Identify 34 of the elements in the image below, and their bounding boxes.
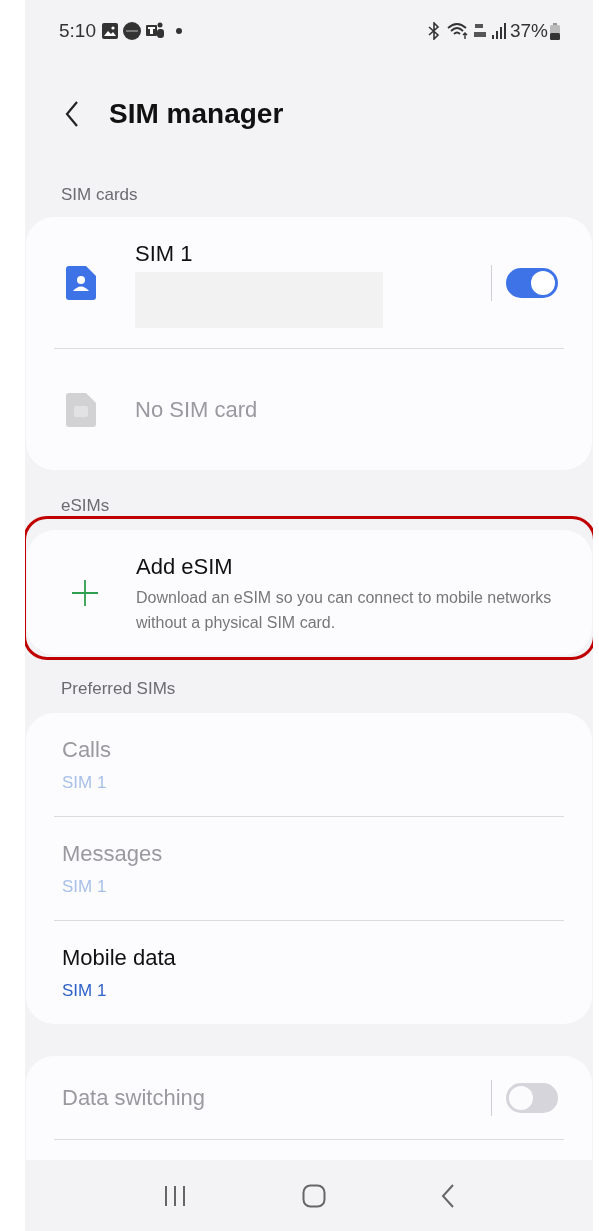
back-nav-icon[interactable] [441,1182,456,1209]
setting-value: SIM 1 [62,772,108,795]
recent-apps-icon[interactable] [162,1184,187,1207]
section-label: SIM cards [61,183,138,206]
battery-percent: 37% [509,18,548,43]
bluetooth-icon [426,22,441,40]
plus-icon [71,578,99,607]
home-icon[interactable] [302,1183,326,1208]
signal-icon [491,23,506,39]
setting-title: Mobile data [62,944,177,973]
setting-title: Calls [62,736,112,765]
notification-dot-icon [176,28,182,34]
status-time: 5:10 [59,18,96,43]
toggle-switch[interactable] [506,267,558,298]
sim-card-icon [66,265,96,300]
setting-value: SIM 1 [62,876,108,899]
item-title: Add eSIM [136,553,234,581]
back-icon [65,100,79,127]
sim-row[interactable]: SIM 1 [26,217,592,348]
section-label: eSIMs [61,494,110,517]
setting-row[interactable]: Mobile data SIM 1 [26,921,592,1024]
setting-title: Messages [62,840,164,869]
gallery-icon [102,23,118,39]
sim-name: No SIM card [135,396,259,424]
setting-title: Data switching [62,1084,207,1112]
wifi-icon [446,22,469,40]
section-label: Preferred SIMs [61,677,176,700]
item-description: Download an eSIM so you can connect to mobile networks without a physical SIM card. [136,588,553,633]
add-esim-row[interactable]: Add eSIM Download an eSIM so you can connect to mobile networks without a physical SIM card. [27,530,592,655]
sim-name: SIM 1 [135,240,194,268]
setting-value: SIM 1 [62,980,108,1003]
page-title: SIM manager [109,96,284,131]
empty-sim-icon [66,392,96,427]
battery-icon [550,22,560,40]
